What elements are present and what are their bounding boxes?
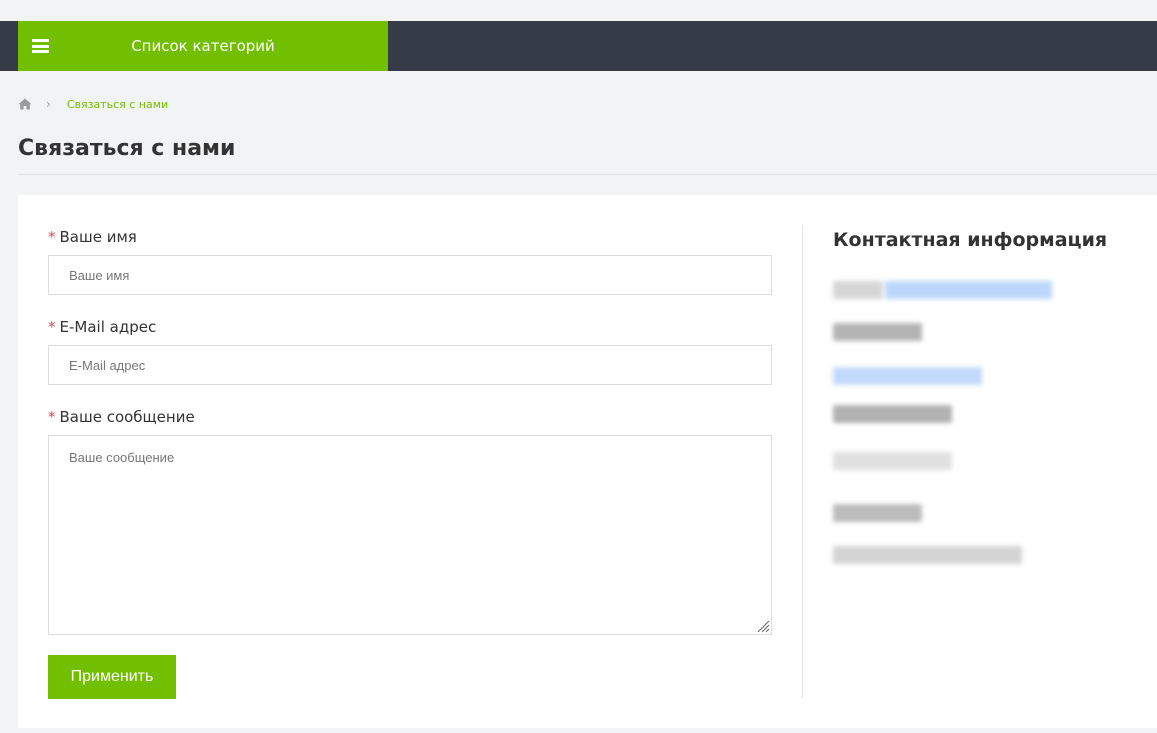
required-asterisk: * bbox=[48, 318, 56, 336]
redacted-text bbox=[833, 405, 952, 423]
required-asterisk: * bbox=[48, 408, 56, 426]
name-label: * Ваше имя bbox=[48, 228, 137, 246]
message-textarea[interactable] bbox=[48, 435, 772, 635]
name-input[interactable] bbox=[48, 255, 772, 295]
message-label: * Ваше сообщение bbox=[48, 408, 195, 426]
category-list-button[interactable]: Список категорий bbox=[18, 21, 388, 71]
page-title: Связаться с нами bbox=[18, 136, 236, 161]
column-divider bbox=[802, 225, 803, 699]
name-label-text: Ваше имя bbox=[59, 228, 137, 246]
top-navigation-bar: Список категорий bbox=[0, 21, 1157, 71]
redacted-text bbox=[833, 452, 952, 470]
redacted-text bbox=[833, 281, 883, 299]
submit-button[interactable]: Применить bbox=[48, 655, 176, 699]
email-input[interactable] bbox=[48, 345, 772, 385]
breadcrumb-current[interactable]: Связаться с нами bbox=[67, 98, 168, 111]
home-icon[interactable] bbox=[18, 98, 32, 110]
redacted-text bbox=[833, 504, 922, 522]
email-label: * E-Mail адрес bbox=[48, 318, 156, 336]
redacted-link bbox=[885, 281, 1052, 299]
chevron-right-icon: › bbox=[46, 97, 51, 111]
required-asterisk: * bbox=[48, 228, 56, 246]
redacted-link bbox=[833, 367, 982, 385]
contact-info-title: Контактная информация bbox=[833, 229, 1108, 251]
redacted-text bbox=[833, 546, 1022, 564]
message-label-text: Ваше сообщение bbox=[59, 408, 195, 426]
resize-grip-icon[interactable] bbox=[756, 619, 770, 633]
redacted-text bbox=[833, 323, 922, 341]
category-list-label: Список категорий bbox=[131, 37, 275, 55]
title-divider bbox=[18, 174, 1157, 175]
breadcrumb: › Связаться с нами bbox=[18, 96, 168, 112]
email-label-text: E-Mail адрес bbox=[59, 318, 157, 336]
